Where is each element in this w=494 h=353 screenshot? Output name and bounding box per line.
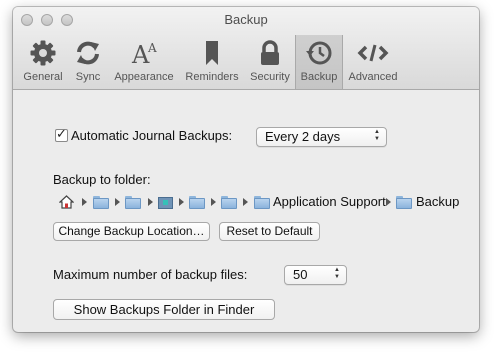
font-size-icon: A A (109, 37, 179, 69)
max-backup-files-label: Maximum number of backup files: (53, 267, 248, 282)
preferences-toolbar: General Sync A A Appearance Reminders Se… (19, 35, 403, 89)
path-separator-arrow-icon (211, 198, 216, 206)
folder-icon (221, 196, 237, 209)
backup-pane: ✓ Automatic Journal Backups: Every 2 day… (13, 90, 479, 332)
checkmark-icon: ✓ (56, 126, 67, 141)
drive-icon (158, 197, 173, 209)
tab-general-label: General (23, 71, 63, 83)
path-separator-arrow-icon (243, 198, 248, 206)
max-backup-files-value: 50 (293, 267, 308, 282)
backup-frequency-select[interactable]: Every 2 days ▲ ▼ (256, 127, 387, 147)
tab-appearance[interactable]: A A Appearance (109, 35, 179, 89)
reset-to-default-button[interactable]: Reset to Default (219, 222, 320, 241)
path-separator-arrow-icon (386, 198, 391, 206)
code-icon (343, 37, 403, 69)
path-separator-arrow-icon (179, 198, 184, 206)
tab-reminders[interactable]: Reminders (179, 35, 245, 89)
application-support-folder-icon (254, 196, 270, 209)
show-backups-folder-button[interactable]: Show Backups Folder in Finder (53, 299, 275, 320)
lock-icon (245, 37, 295, 69)
tab-general[interactable]: General (19, 35, 67, 89)
auto-backup-checkbox[interactable]: ✓ (55, 126, 68, 142)
auto-backup-label: Automatic Journal Backups: (71, 128, 233, 143)
up-down-arrows-icon: ▲ ▼ (334, 267, 340, 280)
backup-folder-label: Backup to folder: (53, 172, 151, 187)
tab-advanced-label: Advanced (348, 71, 398, 83)
backup-folder-icon (396, 196, 412, 209)
tab-security[interactable]: Security (245, 35, 295, 89)
tab-backup[interactable]: Backup (295, 35, 343, 89)
tab-advanced[interactable]: Advanced (343, 35, 403, 89)
backup-frequency-value: Every 2 days (265, 129, 341, 144)
folder-icon (189, 196, 205, 209)
tab-backup-label: Backup (300, 71, 338, 83)
sync-icon (67, 37, 109, 69)
gear-icon (19, 37, 67, 69)
users-folder-icon (93, 196, 109, 209)
change-backup-location-button[interactable]: Change Backup Location… (53, 222, 210, 241)
path-application-support: Application Support (273, 194, 386, 209)
home-icon (59, 195, 74, 209)
folder-icon (125, 196, 141, 209)
preferences-window: Backup General Sync A A Appearance Remin… (13, 7, 479, 332)
tab-appearance-label: Appearance (114, 71, 174, 83)
window-title: Backup (224, 12, 268, 27)
tab-sync-label: Sync (75, 71, 101, 83)
path-backup: Backup (416, 194, 460, 209)
title-bar: Backup General Sync A A Appearance Remin… (13, 7, 479, 90)
tab-security-label: Security (250, 71, 290, 83)
backup-path-control[interactable]: Application Support Backup (59, 194, 479, 212)
max-backup-files-stepper[interactable]: 50 ▲ ▼ (284, 265, 347, 285)
tab-sync[interactable]: Sync (67, 35, 109, 89)
up-down-arrows-icon: ▲ ▼ (374, 129, 380, 142)
path-separator-arrow-icon (148, 198, 153, 206)
path-separator-arrow-icon (82, 198, 87, 206)
path-separator-arrow-icon (115, 198, 120, 206)
bookmark-icon (179, 37, 245, 69)
clock-icon (296, 37, 342, 69)
svg-text:A: A (147, 41, 157, 55)
tab-reminders-label: Reminders (185, 71, 239, 83)
